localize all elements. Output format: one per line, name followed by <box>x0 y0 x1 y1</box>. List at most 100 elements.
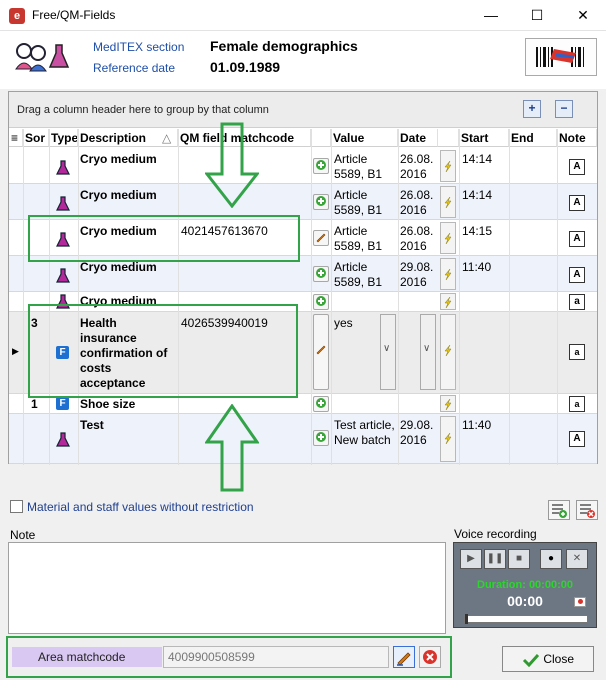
col-value[interactable]: Value <box>331 129 398 147</box>
value: Article 5589, B1 <box>334 260 383 289</box>
pencil-icon <box>397 652 411 666</box>
col-date[interactable]: Date <box>398 129 438 147</box>
col-datebtn[interactable] <box>438 129 459 147</box>
add-value-button[interactable] <box>313 430 329 446</box>
date: 26.08. 2016 <box>400 188 434 217</box>
close-button[interactable]: Close <box>502 646 594 672</box>
clear-matchcode-button[interactable] <box>419 646 441 668</box>
col-note[interactable]: Note <box>557 129 597 147</box>
add-value-button[interactable] <box>313 294 329 310</box>
date-label: Reference date <box>93 61 176 75</box>
note-icon[interactable]: A <box>569 231 585 247</box>
area-matchcode-input[interactable]: 4009900508599 <box>163 646 389 668</box>
note-icon[interactable]: A <box>569 195 585 211</box>
col-end[interactable]: End <box>509 129 557 147</box>
barcode-scan-button[interactable] <box>525 38 597 76</box>
play-button[interactable]: ▶ <box>460 549 482 569</box>
date-dropdown-button[interactable]: ∨ <box>420 314 436 390</box>
start-time: 11:40 <box>462 418 492 432</box>
lightning-icon <box>444 296 452 309</box>
flag-icon <box>574 597 586 607</box>
lightning-icon <box>444 398 452 411</box>
close-window-button[interactable]: ✕ <box>560 0 606 31</box>
people-flask-icon <box>15 43 70 72</box>
add-value-button[interactable] <box>313 194 329 210</box>
description: Cryo medium <box>80 188 157 202</box>
date-value: 01.09.1989 <box>210 59 281 75</box>
maximize-button[interactable]: ☐ <box>514 0 560 31</box>
note-icon[interactable]: A <box>569 159 585 175</box>
expand-all-button[interactable]: + <box>523 100 541 118</box>
column-divider <box>311 129 312 465</box>
pause-button[interactable]: ❚❚ <box>484 549 506 569</box>
column-divider <box>78 129 79 465</box>
add-value-button[interactable] <box>313 396 329 412</box>
start-time: 14:15 <box>462 224 493 238</box>
value-dropdown-button[interactable]: ∨ <box>380 314 396 390</box>
col-edit[interactable] <box>311 129 331 147</box>
add-field-button[interactable] <box>548 500 570 520</box>
col-start[interactable]: Start <box>459 129 509 147</box>
plus-icon <box>316 160 326 170</box>
lightning-icon <box>444 160 452 173</box>
col-type[interactable]: Type <box>49 129 78 147</box>
plus-icon <box>316 432 326 442</box>
plus-icon <box>316 296 326 306</box>
column-divider <box>49 129 50 465</box>
clear-icon <box>423 650 437 664</box>
date-picker-button[interactable] <box>440 395 456 412</box>
lightning-icon <box>444 344 452 357</box>
collapse-all-button[interactable]: − <box>555 100 573 118</box>
minimize-button[interactable]: — <box>468 0 514 31</box>
date: 29.08. 2016 <box>400 260 434 289</box>
unrestricted-values-label: Material and staff values without restri… <box>27 500 254 514</box>
recording-slider[interactable] <box>464 614 588 624</box>
date-picker-button[interactable] <box>440 293 456 310</box>
note-icon[interactable]: a <box>569 344 585 360</box>
group-by-strip[interactable]: Drag a column header here to group by th… <box>9 92 597 128</box>
note-textarea[interactable] <box>8 542 446 634</box>
app-icon: e <box>9 8 25 24</box>
col-description[interactable]: Description △ <box>78 129 178 147</box>
date-picker-button[interactable] <box>440 186 456 218</box>
edit-value-button[interactable] <box>313 230 329 246</box>
note-icon[interactable]: A <box>569 431 585 447</box>
edit-value-button[interactable] <box>313 314 329 390</box>
plus-icon <box>316 268 326 278</box>
value: Test article, New batch <box>334 418 395 447</box>
add-value-button[interactable] <box>313 158 329 174</box>
note-label: Note <box>10 528 36 542</box>
value: Article 5589, B1 <box>334 152 383 181</box>
date-picker-button[interactable] <box>440 416 456 462</box>
voice-recording-label: Voice recording <box>454 527 537 541</box>
note-icon[interactable]: A <box>569 267 585 283</box>
lightning-icon <box>444 268 452 281</box>
form-field-icon: F <box>56 397 69 410</box>
add-value-button[interactable] <box>313 266 329 282</box>
lightning-icon <box>444 232 452 245</box>
slider-thumb[interactable] <box>465 614 468 624</box>
area-matchcode-panel: Area matchcode 4009900508599 <box>8 638 450 676</box>
col-sort[interactable]: Sor <box>23 129 49 147</box>
highlight-box <box>28 215 300 262</box>
stop-button[interactable]: ■ <box>508 549 530 569</box>
date-picker-button[interactable] <box>440 314 456 390</box>
record-button[interactable]: ● <box>540 549 562 569</box>
column-divider <box>459 129 460 465</box>
note-icon[interactable]: a <box>569 396 585 412</box>
date: 26.08. 2016 <box>400 152 434 181</box>
unrestricted-values-checkbox[interactable] <box>10 500 23 513</box>
column-divider <box>178 129 179 465</box>
column-divider <box>331 129 332 465</box>
date-picker-button[interactable] <box>440 150 456 182</box>
title-bar: e Free/QM-Fields — ☐ ✕ <box>0 0 606 31</box>
edit-matchcode-button[interactable] <box>393 646 415 668</box>
pencil-icon <box>316 345 326 355</box>
delete-recording-button[interactable]: ✕ <box>566 549 588 569</box>
column-chooser-icon[interactable]: ≡ <box>9 129 23 147</box>
date-picker-button[interactable] <box>440 222 456 254</box>
note-icon[interactable]: a <box>569 294 585 310</box>
remove-field-button[interactable] <box>576 500 598 520</box>
add-list-icon <box>552 504 567 518</box>
date-picker-button[interactable] <box>440 258 456 290</box>
